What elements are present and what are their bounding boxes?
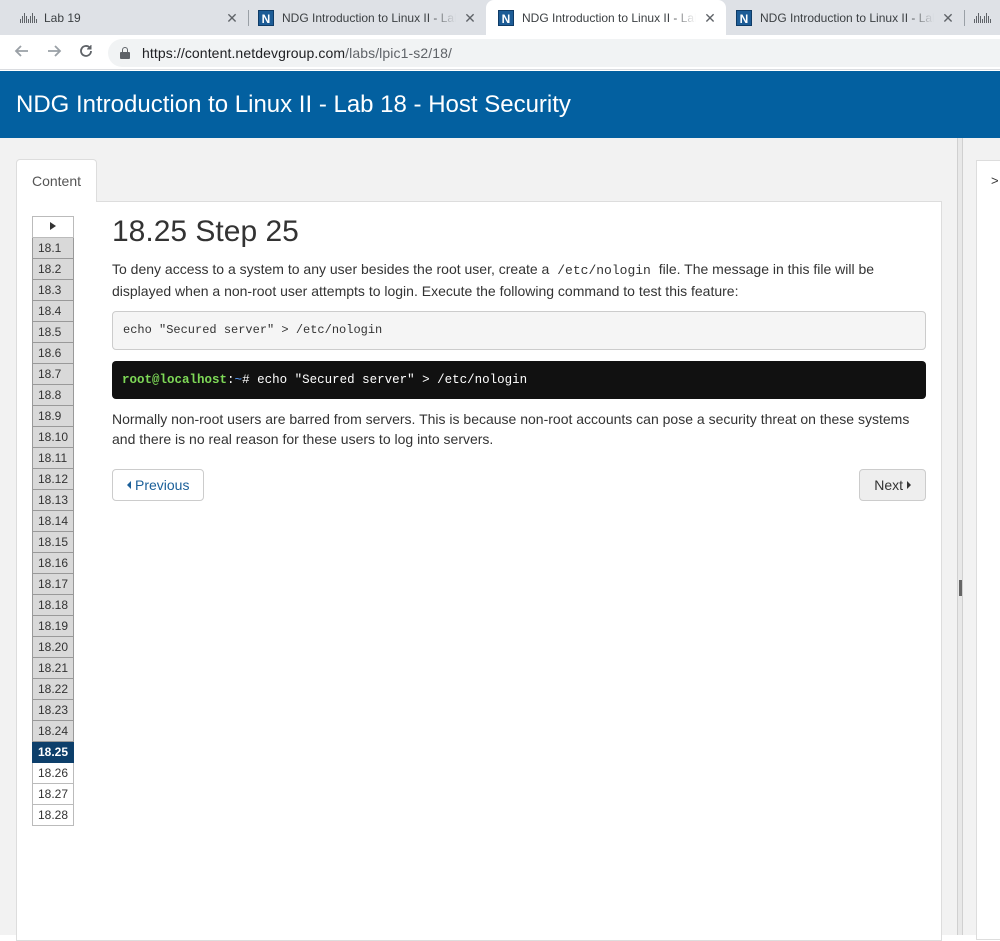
step-link[interactable]: 18.4	[32, 301, 74, 322]
browser-tab-ndg-1[interactable]: N NDG Introduction to Linux II - Lab 18 …	[238, 0, 486, 35]
browser-toolbar: https://content.netdevgroup.com/labs/lpi…	[0, 35, 1000, 70]
inline-code-path: /etc/nologin	[557, 263, 651, 278]
step-link[interactable]: 18.15	[32, 532, 74, 553]
command-box[interactable]: echo "Secured server" > /etc/nologin	[112, 311, 926, 350]
step-link[interactable]: 18.9	[32, 406, 74, 427]
step-link[interactable]: 18.26	[32, 763, 74, 784]
forward-arrow-icon[interactable]	[42, 41, 66, 65]
step-link[interactable]: 18.5	[32, 322, 74, 343]
step-instructions: To deny access to a system to any user b…	[112, 261, 875, 299]
close-icon[interactable]: ✕	[462, 10, 478, 26]
netdevgroup-icon: N	[498, 9, 514, 26]
browser-tab-ndg-active[interactable]: N NDG Introduction to Linux II - Lab 18 …	[486, 0, 726, 35]
terminal-output: root@localhost:~# echo "Secured server" …	[112, 361, 926, 399]
step-link[interactable]: 18.3	[32, 280, 74, 301]
page-header: NDG Introduction to Linux II - Lab 18 - …	[0, 71, 1000, 138]
previous-button[interactable]: Previous	[112, 469, 205, 501]
step-link[interactable]: 18.22	[32, 679, 74, 700]
tab-title: NDG Introduction to Linux II - Lab 18 - …	[522, 10, 696, 25]
netdevgroup-icon: N	[736, 9, 752, 26]
step-content: 18.25 Step 25 To deny access to a system…	[112, 214, 926, 501]
step-link[interactable]: 18.25	[32, 742, 74, 763]
browser-tab-ndg-3[interactable]: N NDG Introduction to Linux II - Lab 18 …	[726, 0, 964, 35]
step-link[interactable]: 18.2	[32, 259, 74, 280]
caret-right-icon	[50, 222, 56, 230]
step-link[interactable]: 18.17	[32, 574, 74, 595]
step-link[interactable]: 18.19	[32, 616, 74, 637]
cisco-icon	[19, 10, 37, 26]
back-arrow-icon[interactable]	[10, 41, 34, 65]
step-link[interactable]: 18.28	[32, 805, 74, 826]
step-link[interactable]: 18.14	[32, 511, 74, 532]
step-link[interactable]: 18.6	[32, 343, 74, 364]
step-link[interactable]: 18.21	[32, 658, 74, 679]
address-bar[interactable]: https://content.netdevgroup.com/labs/lpi…	[108, 39, 1000, 67]
tab-title: NDG Introduction to Linux II - Lab 18 - …	[760, 10, 934, 25]
step-link[interactable]: 18.10	[32, 427, 74, 448]
tab-title: Lab 19	[44, 10, 81, 25]
step-link[interactable]: 18.12	[32, 469, 74, 490]
tab-title: NDG Introduction to Linux II - Lab 18 - …	[282, 10, 456, 25]
step-link[interactable]: 18.18	[32, 595, 74, 616]
caret-left-icon	[127, 481, 131, 489]
pager: Previous Next	[112, 469, 926, 501]
step-link[interactable]: 18.7	[32, 364, 74, 385]
step-link[interactable]: 18.24	[32, 721, 74, 742]
expand-panel-icon[interactable]: >	[991, 173, 999, 188]
step-nav-toggle[interactable]	[32, 216, 74, 238]
step-list: 18.1 18.2 18.3 18.4 18.5 18.6 18.7 18.8 18.9 18.1…	[32, 238, 74, 826]
page-title: NDG Introduction to Linux II - Lab 18 - …	[16, 91, 571, 118]
step-link[interactable]: 18.11	[32, 448, 74, 469]
caret-right-icon	[907, 481, 911, 489]
step-title: 18.25 Step 25	[112, 215, 299, 248]
step-link[interactable]: 18.16	[32, 553, 74, 574]
tab-separator	[964, 10, 965, 26]
netdevgroup-icon: N	[258, 9, 274, 26]
browser-tab-overflow[interactable]	[966, 0, 1000, 35]
step-link[interactable]: 18.13	[32, 490, 74, 511]
step-link[interactable]: 18.8	[32, 385, 74, 406]
step-navigation: 18.1 18.2 18.3 18.4 18.5 18.6 18.7 18.8 18.9 18.1…	[32, 216, 74, 826]
close-icon[interactable]: ✕	[702, 10, 718, 26]
url-text: https://content.netdevgroup.com/labs/lpi…	[142, 45, 452, 61]
cisco-icon	[973, 10, 991, 26]
step-note: Normally non-root users are barred from …	[112, 411, 910, 447]
browser-tab-strip: Lab 19 ✕ N NDG Introduction to Linux II …	[0, 0, 1000, 35]
step-link[interactable]: 18.1	[32, 238, 74, 259]
splitter-grip-icon[interactable]	[959, 580, 962, 596]
reload-icon[interactable]	[74, 41, 98, 65]
step-link[interactable]: 18.20	[32, 637, 74, 658]
next-button[interactable]: Next	[859, 469, 926, 501]
step-link[interactable]: 18.23	[32, 700, 74, 721]
lock-icon	[120, 47, 130, 59]
step-link[interactable]: 18.27	[32, 784, 74, 805]
right-panel-card: >	[976, 160, 1000, 940]
close-icon[interactable]: ✕	[940, 10, 956, 26]
browser-tab-lab19[interactable]: Lab 19 ✕	[0, 0, 248, 35]
tab-content[interactable]: Content	[16, 159, 97, 202]
